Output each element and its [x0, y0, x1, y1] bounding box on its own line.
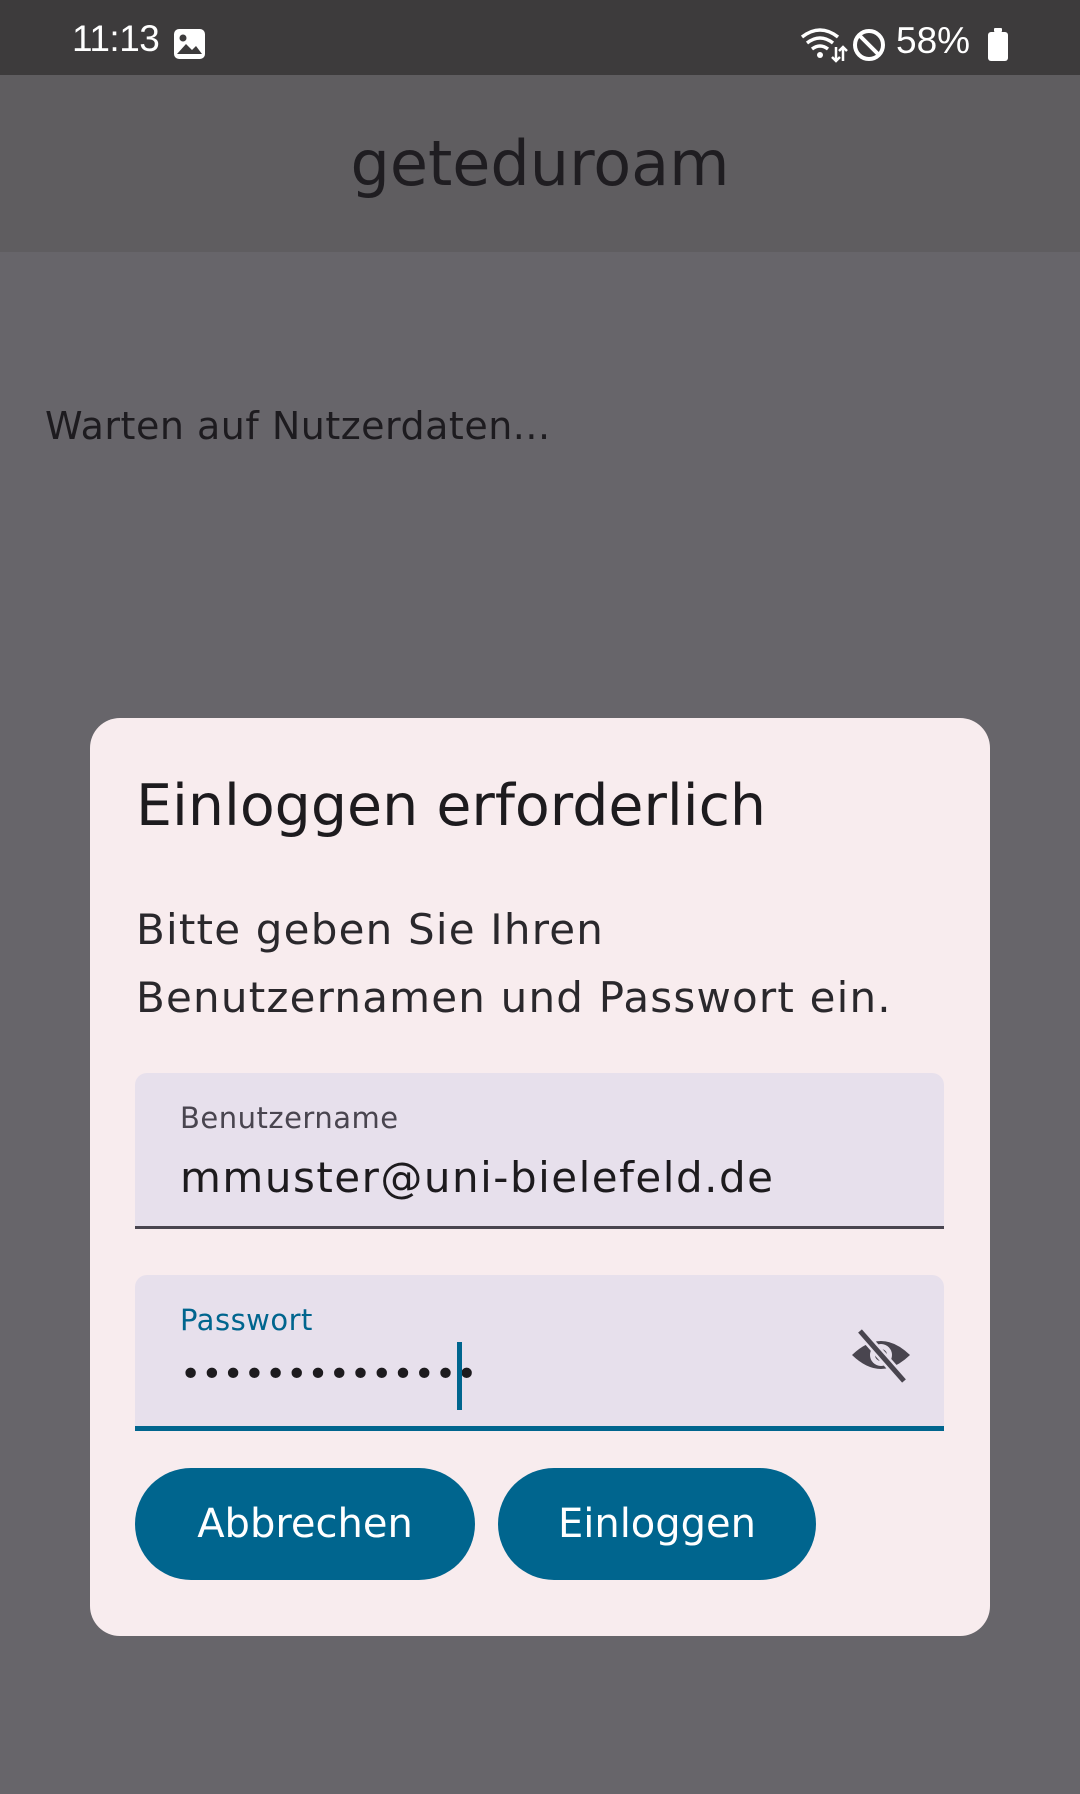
battery-percentage: 58%	[896, 20, 971, 61]
login-button[interactable]: Einloggen	[498, 1468, 816, 1580]
app-title: geteduroam	[350, 127, 730, 200]
username-value[interactable]: mmuster@uni-bielefeld.de	[180, 1153, 774, 1202]
wifi-icon	[800, 28, 848, 63]
photo-icon	[174, 29, 205, 59]
battery-icon	[988, 28, 1008, 61]
username-field[interactable]: Benutzername mmuster@uni-bielefeld.de	[135, 1073, 944, 1229]
app-bar: geteduroam	[0, 75, 1080, 252]
do-not-disturb-icon	[853, 29, 885, 61]
password-label: Passwort	[180, 1303, 313, 1337]
eye-off-icon[interactable]	[848, 1325, 914, 1385]
password-field[interactable]: Passwort ••••••••••••••	[135, 1275, 944, 1431]
password-value[interactable]: ••••••••••••••	[180, 1357, 477, 1393]
text-cursor	[457, 1342, 462, 1410]
dialog-message: Bitte geben Sie Ihren Benutzernamen und …	[136, 905, 892, 1022]
username-label: Benutzername	[180, 1101, 399, 1135]
dialog-title: Einloggen erforderlich	[136, 773, 767, 839]
status-time: 11:13	[72, 18, 160, 59]
status-message: Warten auf Nutzerdaten...	[45, 404, 551, 448]
status-bar: 11:13 58%	[0, 0, 1080, 75]
login-dialog: Einloggen erforderlich Bitte geben Sie I…	[90, 718, 990, 1636]
cancel-button[interactable]: Abbrechen	[135, 1468, 475, 1580]
